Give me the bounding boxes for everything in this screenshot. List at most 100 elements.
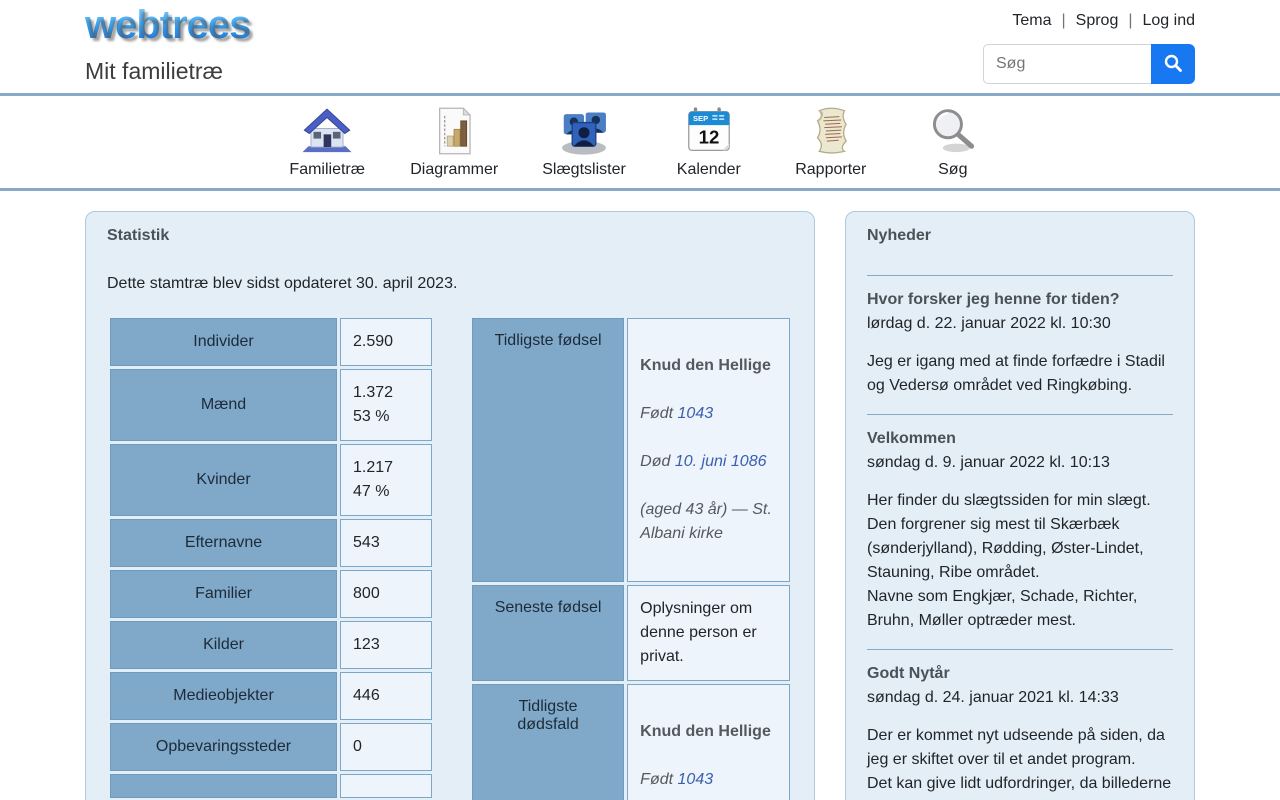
age-and-place: (aged 43 år) — St. Albani kirke — [640, 501, 772, 542]
scroll-icon — [792, 103, 870, 159]
stat-value: 446 — [340, 672, 432, 720]
stat-label: Tidligste dødsfald — [471, 684, 625, 800]
nav-label: Søg — [938, 161, 968, 178]
nav-item-lists[interactable]: Slægtslister — [542, 103, 626, 179]
primary-navigation: Familietræ Diagrammer Slægtslister SEP 1… — [0, 93, 1280, 191]
birth-label: Født — [640, 771, 674, 788]
nav-item-family-tree[interactable]: Familietræ — [288, 103, 366, 179]
person-name-link[interactable]: Knud den Hellige — [640, 720, 777, 744]
table-row: Efternavne 543 — [110, 519, 432, 567]
stat-label: Familier — [110, 570, 338, 618]
divider — [867, 414, 1173, 415]
nav-label: Familietræ — [289, 161, 365, 178]
language-link[interactable]: Sprog — [1076, 12, 1119, 30]
nav-item-search[interactable]: Søg — [914, 103, 992, 179]
person-name-link[interactable]: Knud den Hellige — [640, 354, 777, 378]
last-updated-text: Dette stamtræ blev sidst opdateret 30. a… — [107, 275, 458, 292]
news-body: Jeg er igang med at finde forfædre i Sta… — [867, 353, 1165, 394]
divider — [867, 649, 1173, 650]
statistics-card-title: Statistik — [107, 227, 170, 244]
table-row: Kilder 123 — [110, 621, 432, 669]
chart-document-icon — [410, 103, 498, 159]
stat-value: 1.372 53 % — [340, 369, 432, 441]
table-row: Tidligste fødsel Knud den Hellige Født 1… — [471, 318, 790, 582]
site-title: Mit familietræ — [85, 58, 224, 84]
statistics-card: Statistik Dette stamtræ blev sidst opdat… — [85, 211, 815, 800]
search-input[interactable] — [983, 44, 1151, 84]
news-item: Hvor forsker jeg henne for tiden? lørdag… — [867, 275, 1173, 398]
nav-label: Slægtslister — [542, 161, 626, 178]
stat-value: 0 — [340, 723, 432, 771]
divider — [867, 275, 1173, 276]
stat-value — [340, 774, 432, 798]
news-body: Her finder du slægtssiden for min slægt.… — [867, 492, 1151, 629]
calendar-icon: SEP 12 — [670, 103, 748, 159]
stat-value: 123 — [340, 621, 432, 669]
death-label: Død — [640, 453, 671, 470]
nav-label: Diagrammer — [410, 161, 499, 178]
stat-label: Efternavne — [110, 519, 338, 567]
table-row: Seneste fødsel Oplysninger om denne pers… — [471, 585, 790, 681]
news-date: lørdag d. 22. januar 2022 kl. 10:30 — [867, 315, 1111, 332]
svg-text:SEP: SEP — [693, 114, 708, 123]
nav-label: Kalender — [676, 161, 741, 178]
svg-text:12: 12 — [698, 127, 719, 148]
nav-item-calendar[interactable]: SEP 12 Kalender — [670, 103, 748, 179]
search-button[interactable] — [1151, 44, 1195, 84]
stat-label: Kvinder — [110, 444, 338, 516]
nav-item-reports[interactable]: Rapporter — [792, 103, 870, 179]
table-row: Tidligste dødsfald Knud den Hellige Født… — [471, 684, 790, 800]
news-item: Velkommen søndag d. 9. januar 2022 kl. 1… — [867, 414, 1173, 633]
nav-item-charts[interactable]: Diagrammer — [410, 103, 498, 179]
table-row: Individer 2.590 — [110, 318, 432, 366]
table-row: Mænd 1.372 53 % — [110, 369, 432, 441]
table-row: Kvinder 1.217 47 % — [110, 444, 432, 516]
stat-value: Oplysninger om denne person er privat. — [627, 585, 790, 681]
stat-value: Knud den Hellige Født 1043 Død 10. juni … — [627, 318, 790, 582]
link-separator: | — [1128, 12, 1133, 29]
birth-date-link[interactable]: 1043 — [678, 771, 714, 788]
branding: webtrees Mit familietræ — [85, 4, 251, 85]
news-heading: Godt Nytår — [867, 665, 950, 682]
table-row: Familier 800 — [110, 570, 432, 618]
header: webtrees Mit familietræ Tema | Sprog | L… — [85, 0, 1195, 93]
stat-label: Tidligste fødsel — [471, 318, 625, 582]
table-row: Opbevaringssteder 0 — [110, 723, 432, 771]
stat-label: Medieobjekter — [110, 672, 338, 720]
webtrees-logo[interactable]: webtrees — [85, 4, 251, 46]
news-body: Der er kommet nyt udseende på siden, da … — [867, 727, 1172, 800]
link-separator: | — [1061, 12, 1066, 29]
stat-label: Seneste fødsel — [471, 585, 625, 681]
news-heading: Velkommen — [867, 430, 956, 447]
table-row: Medieobjekter 446 — [110, 672, 432, 720]
vital-events-table: Tidligste fødsel Knud den Hellige Født 1… — [469, 315, 793, 800]
table-row-partial — [110, 774, 432, 798]
stat-label: Individer — [110, 318, 338, 366]
search-form — [983, 44, 1195, 84]
login-link[interactable]: Log ind — [1143, 12, 1196, 30]
stat-label: Kilder — [110, 621, 338, 669]
totals-table: Individer 2.590 Mænd 1.372 53 % Kvinder 1.2… — [107, 315, 435, 800]
news-heading: Hvor forsker jeg henne for tiden? — [867, 291, 1120, 308]
stat-value: 2.590 — [340, 318, 432, 366]
news-item: Godt Nytår søndag d. 24. januar 2021 kl.… — [867, 649, 1173, 800]
header-right: Tema | Sprog | Log ind — [983, 4, 1195, 84]
search-icon — [1163, 53, 1183, 76]
house-icon — [288, 103, 366, 159]
birth-date-link[interactable]: 1043 — [678, 405, 714, 422]
stat-label: Mænd — [110, 369, 338, 441]
stat-value: Knud den Hellige Født 1043 Død 10. juni … — [627, 684, 790, 800]
main-content: Statistik Dette stamtræ blev sidst opdat… — [85, 211, 1195, 800]
people-icon — [542, 103, 626, 159]
stat-value: 1.217 47 % — [340, 444, 432, 516]
theme-link[interactable]: Tema — [1012, 12, 1051, 30]
birth-label: Født — [640, 405, 674, 422]
user-links: Tema | Sprog | Log ind — [1012, 12, 1195, 30]
nav-label: Rapporter — [795, 161, 867, 178]
magnifier-icon — [914, 103, 992, 159]
stat-label: Opbevaringssteder — [110, 723, 338, 771]
death-date-link[interactable]: 10. juni 1086 — [675, 453, 767, 470]
stat-value: 800 — [340, 570, 432, 618]
webtrees-home-page: webtrees Mit familietræ Tema | Sprog | L… — [0, 0, 1280, 800]
stat-value: 543 — [340, 519, 432, 567]
